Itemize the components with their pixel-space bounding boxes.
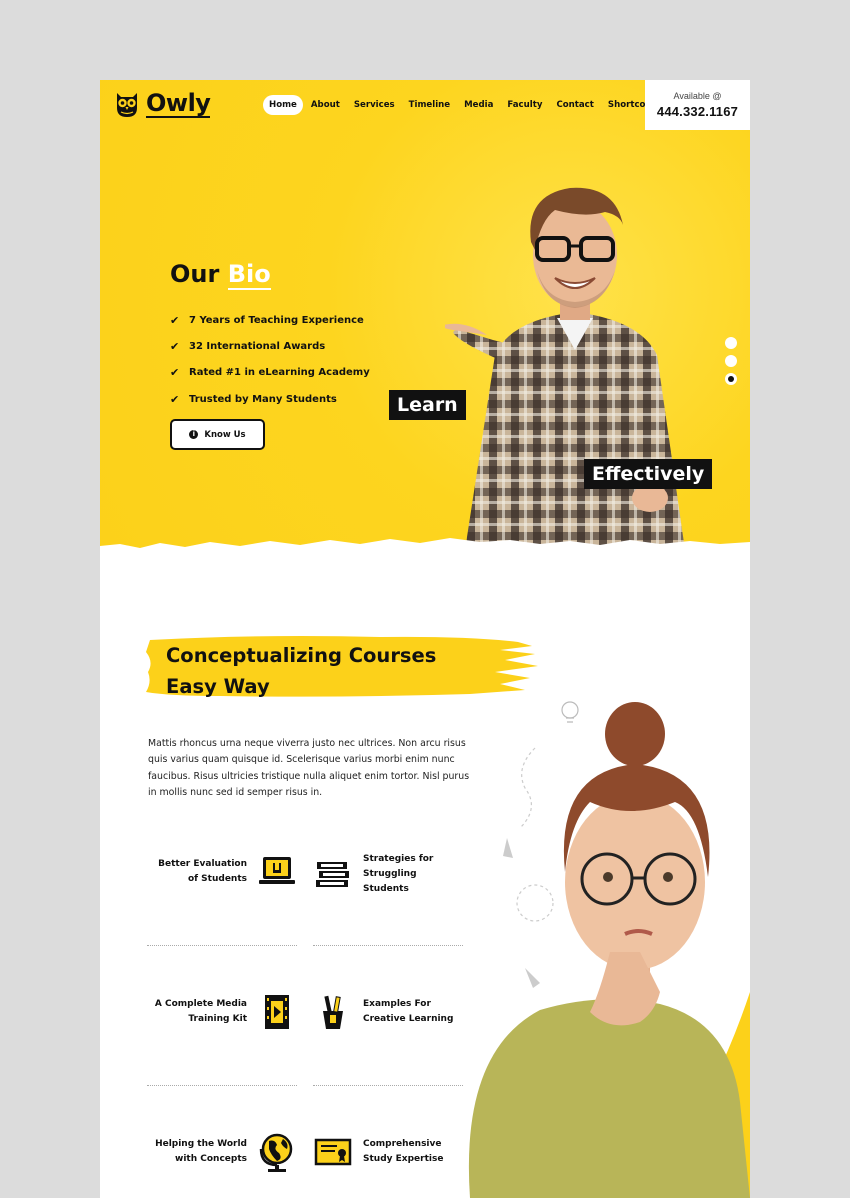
- teacher-photo: [445, 187, 685, 550]
- brand-name: Owly: [146, 89, 211, 118]
- owl-icon: [117, 93, 137, 117]
- feature-label: Strategies for Struggling Students: [363, 854, 434, 894]
- slider-dots: [725, 337, 737, 385]
- divider: [313, 1085, 463, 1086]
- divider: [147, 1085, 297, 1086]
- feature-strategies[interactable]: Strategies for Struggling Students: [313, 852, 463, 897]
- divider: [313, 945, 463, 946]
- main-nav: Home About Services Timeline Media Facul…: [263, 95, 669, 115]
- slider-dot[interactable]: [725, 337, 737, 349]
- feature-expertise[interactable]: Comprehensive Study Expertise: [313, 1132, 463, 1172]
- courses-heading: Conceptualizing Courses Easy Way: [166, 640, 436, 702]
- nav-media[interactable]: Media: [458, 95, 499, 115]
- bio-list-text: 32 International Awards: [189, 340, 326, 352]
- torn-paper-divider: [100, 538, 750, 572]
- nav-faculty[interactable]: Faculty: [501, 95, 548, 115]
- pencil-cup-icon: [313, 992, 353, 1032]
- courses-heading-line1: Conceptualizing Courses: [166, 644, 437, 667]
- effectively-tag: Effectively: [584, 459, 713, 489]
- feature-concepts[interactable]: Helping the World with Concepts: [147, 1132, 297, 1172]
- certificate-icon: [313, 1132, 353, 1172]
- books-icon: [313, 855, 353, 895]
- feature-label: Comprehensive Study Expertise: [363, 1139, 444, 1164]
- check-icon: ✔: [170, 339, 180, 353]
- bio-list-item: ✔ Trusted by Many Students: [170, 386, 370, 412]
- laptop-icon: [257, 852, 297, 892]
- courses-heading-line2: Easy Way: [166, 675, 270, 698]
- nav-timeline[interactable]: Timeline: [403, 95, 456, 115]
- bio-list-item: ✔ Rated #1 in eLearning Academy: [170, 360, 370, 386]
- learn-tag: Learn: [389, 390, 466, 420]
- know-us-label: Know Us: [204, 429, 246, 440]
- slider-dot-active[interactable]: [725, 373, 737, 385]
- nav-about[interactable]: About: [305, 95, 346, 115]
- feature-creative[interactable]: Examples For Creative Learning: [313, 992, 463, 1032]
- bio-heading-highlight: Bio: [227, 260, 271, 290]
- logo[interactable]: Owly: [114, 89, 211, 118]
- feature-label: Better Evaluation of Students: [158, 859, 247, 884]
- know-us-button[interactable]: i Know Us: [170, 419, 265, 450]
- info-icon: i: [189, 430, 199, 439]
- availability-box[interactable]: Available @ 444.332.1167: [645, 80, 750, 130]
- availability-label: Available @: [673, 91, 722, 101]
- bio-list-text: Trusted by Many Students: [189, 393, 337, 405]
- check-icon: ✔: [170, 392, 180, 406]
- bio-heading-prefix: Our: [170, 260, 220, 288]
- bio-heading: Our Bio: [170, 260, 271, 290]
- check-icon: ✔: [170, 313, 180, 327]
- bio-list: ✔ 7 Years of Teaching Experience ✔ 32 Inte…: [170, 307, 370, 412]
- check-icon: ✔: [170, 366, 180, 380]
- page: Owly Home About Services Timeline Media …: [100, 80, 750, 1198]
- feature-evaluation[interactable]: Better Evaluation of Students: [147, 852, 297, 892]
- bio-list-item: ✔ 32 International Awards: [170, 333, 370, 359]
- bio-list-text: Rated #1 in eLearning Academy: [189, 367, 370, 379]
- feature-label: A Complete Media Training Kit: [154, 999, 247, 1024]
- slider-dot[interactable]: [725, 355, 737, 367]
- nav-home[interactable]: Home: [263, 95, 303, 115]
- hero-section: Owly Home About Services Timeline Media …: [100, 80, 750, 552]
- feature-label: Helping the World with Concepts: [155, 1139, 247, 1164]
- nav-contact[interactable]: Contact: [550, 95, 599, 115]
- student-photo: [468, 702, 750, 1198]
- bio-list-text: 7 Years of Teaching Experience: [189, 314, 364, 326]
- feature-label: Examples For Creative Learning: [363, 999, 454, 1024]
- divider: [147, 945, 297, 946]
- globe-icon: [257, 1132, 297, 1172]
- courses-paragraph: Mattis rhoncus urna neque viverra justo …: [148, 738, 470, 799]
- feature-media-kit[interactable]: A Complete Media Training Kit: [147, 992, 297, 1032]
- film-icon: [257, 992, 297, 1032]
- nav-services[interactable]: Services: [348, 95, 401, 115]
- bio-list-item: ✔ 7 Years of Teaching Experience: [170, 307, 370, 333]
- phone-number[interactable]: 444.332.1167: [645, 104, 750, 119]
